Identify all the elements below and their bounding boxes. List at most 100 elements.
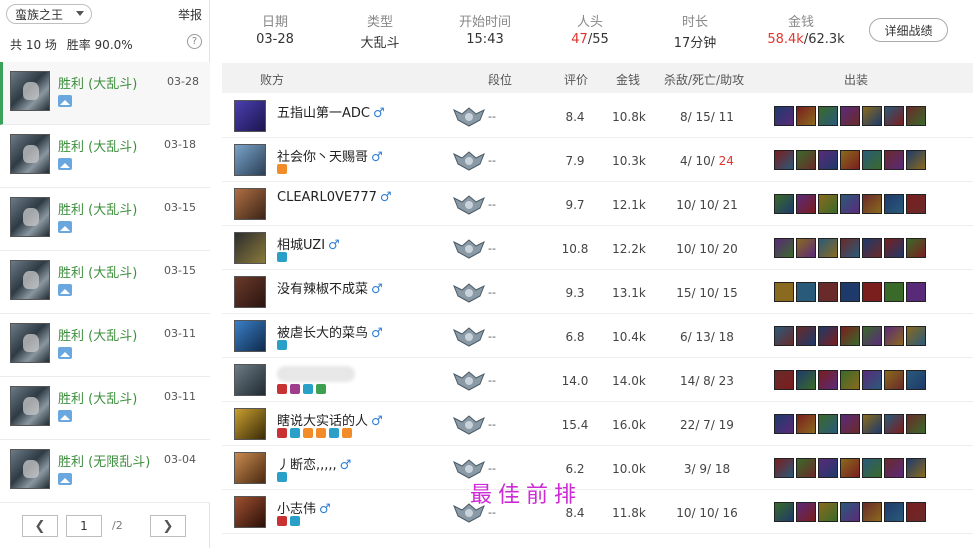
- item-icon[interactable]: [884, 414, 904, 434]
- item-icon[interactable]: [774, 370, 794, 390]
- item-icon[interactable]: [906, 326, 926, 346]
- player-avatar[interactable]: [234, 100, 266, 132]
- item-icon[interactable]: [774, 150, 794, 170]
- item-icon[interactable]: [774, 502, 794, 522]
- player-row[interactable]: 被虐长大的菜鸟 ♂ -- 6.8 10.4k 6/ 13/ 18: [222, 314, 973, 358]
- item-icon[interactable]: [840, 502, 860, 522]
- item-icon[interactable]: [840, 414, 860, 434]
- item-icon[interactable]: [840, 326, 860, 346]
- item-icon[interactable]: [818, 414, 838, 434]
- player-name-line[interactable]: 社会你丶天赐哥 ♂: [277, 146, 383, 165]
- player-row[interactable]: 社会你丶天赐哥 ♂ -- 7.9 10.3k 4/ 10/ 24: [222, 138, 973, 182]
- player-row[interactable]: 没有辣椒不成菜 ♂ -- 9.3 13.1k 15/ 10/ 15: [222, 270, 973, 314]
- item-icon[interactable]: [774, 326, 794, 346]
- item-icon[interactable]: [862, 502, 882, 522]
- item-icon[interactable]: [884, 150, 904, 170]
- page-input[interactable]: 1: [66, 515, 102, 537]
- player-row[interactable]: 小志伟 ♂ -- 8.4 11.8k 10/ 10/ 16: [222, 490, 973, 534]
- player-avatar[interactable]: [234, 188, 266, 220]
- player-avatar[interactable]: [234, 276, 266, 308]
- player-row[interactable]: 丿断恋,,,,, ♂ -- 6.2 10.0k 3/ 9/ 18: [222, 446, 973, 490]
- next-page-button[interactable]: ❯: [150, 515, 186, 537]
- match-item[interactable]: 胜利 (大乱斗) 03-11: [0, 377, 210, 440]
- item-icon[interactable]: [818, 502, 838, 522]
- report-link[interactable]: 举报: [178, 6, 202, 23]
- item-icon[interactable]: [862, 150, 882, 170]
- player-avatar[interactable]: [234, 144, 266, 176]
- match-item[interactable]: 胜利 (无限乱斗) 03-04: [0, 440, 210, 503]
- item-icon[interactable]: [818, 106, 838, 126]
- item-icon[interactable]: [884, 238, 904, 258]
- item-icon[interactable]: [840, 106, 860, 126]
- player-avatar[interactable]: [234, 320, 266, 352]
- item-icon[interactable]: [862, 282, 882, 302]
- player-name-line[interactable]: 相城UZI ♂: [277, 234, 340, 253]
- item-icon[interactable]: [906, 106, 926, 126]
- player-row[interactable]: -- 14.0 14.0k 14/ 8/ 23: [222, 358, 973, 402]
- item-icon[interactable]: [796, 150, 816, 170]
- item-icon[interactable]: [862, 458, 882, 478]
- item-icon[interactable]: [796, 238, 816, 258]
- match-item[interactable]: 胜利 (大乱斗) 03-18: [0, 125, 210, 188]
- item-icon[interactable]: [774, 458, 794, 478]
- match-item[interactable]: 胜利 (大乱斗) 03-28: [0, 62, 210, 125]
- player-row[interactable]: 五指山第一ADC ♂ -- 8.4 10.8k 8/ 15/ 11: [222, 94, 973, 138]
- item-icon[interactable]: [862, 194, 882, 214]
- player-name-line[interactable]: 没有辣椒不成菜 ♂: [277, 278, 383, 297]
- player-avatar[interactable]: [234, 232, 266, 264]
- item-icon[interactable]: [884, 106, 904, 126]
- item-icon[interactable]: [774, 238, 794, 258]
- item-icon[interactable]: [796, 326, 816, 346]
- item-icon[interactable]: [906, 282, 926, 302]
- item-icon[interactable]: [818, 458, 838, 478]
- item-icon[interactable]: [774, 106, 794, 126]
- item-icon[interactable]: [862, 370, 882, 390]
- item-icon[interactable]: [884, 194, 904, 214]
- item-icon[interactable]: [774, 282, 794, 302]
- help-icon[interactable]: ?: [187, 34, 202, 49]
- item-icon[interactable]: [840, 370, 860, 390]
- player-avatar[interactable]: [234, 452, 266, 484]
- item-icon[interactable]: [796, 370, 816, 390]
- item-icon[interactable]: [840, 458, 860, 478]
- hero-select-dropdown[interactable]: 蛮族之王: [6, 4, 92, 24]
- player-name-line[interactable]: 小志伟 ♂: [277, 498, 331, 517]
- item-icon[interactable]: [840, 238, 860, 258]
- item-icon[interactable]: [818, 282, 838, 302]
- item-icon[interactable]: [906, 238, 926, 258]
- player-avatar[interactable]: [234, 364, 266, 396]
- match-item[interactable]: 胜利 (大乱斗) 03-15: [0, 251, 210, 314]
- item-icon[interactable]: [884, 458, 904, 478]
- player-row[interactable]: 相城UZI ♂ -- 10.8 12.2k 10/ 10/ 20: [222, 226, 973, 270]
- item-icon[interactable]: [796, 458, 816, 478]
- item-icon[interactable]: [906, 458, 926, 478]
- player-avatar[interactable]: [234, 408, 266, 440]
- item-icon[interactable]: [862, 106, 882, 126]
- player-name-line[interactable]: 被虐长大的菜鸟 ♂: [277, 322, 383, 341]
- item-icon[interactable]: [840, 194, 860, 214]
- item-icon[interactable]: [774, 414, 794, 434]
- match-item[interactable]: 胜利 (大乱斗) 03-11: [0, 314, 210, 377]
- item-icon[interactable]: [818, 370, 838, 390]
- item-icon[interactable]: [906, 370, 926, 390]
- item-icon[interactable]: [906, 194, 926, 214]
- player-name-line[interactable]: [277, 366, 355, 382]
- item-icon[interactable]: [884, 282, 904, 302]
- player-name-line[interactable]: 瞎说大实话的人 ♂: [277, 410, 383, 429]
- item-icon[interactable]: [796, 502, 816, 522]
- item-icon[interactable]: [796, 106, 816, 126]
- match-item[interactable]: 胜利 (大乱斗) 03-15: [0, 188, 210, 251]
- item-icon[interactable]: [884, 326, 904, 346]
- item-icon[interactable]: [818, 150, 838, 170]
- item-icon[interactable]: [818, 326, 838, 346]
- item-icon[interactable]: [796, 282, 816, 302]
- item-icon[interactable]: [906, 150, 926, 170]
- player-row[interactable]: CLEARL0VE777 ♂ -- 9.7 12.1k 10/ 10/ 21: [222, 182, 973, 226]
- item-icon[interactable]: [818, 238, 838, 258]
- item-icon[interactable]: [884, 370, 904, 390]
- item-icon[interactable]: [884, 502, 904, 522]
- item-icon[interactable]: [796, 414, 816, 434]
- item-icon[interactable]: [840, 150, 860, 170]
- player-name-line[interactable]: CLEARL0VE777 ♂: [277, 190, 392, 205]
- prev-page-button[interactable]: ❮: [22, 515, 58, 537]
